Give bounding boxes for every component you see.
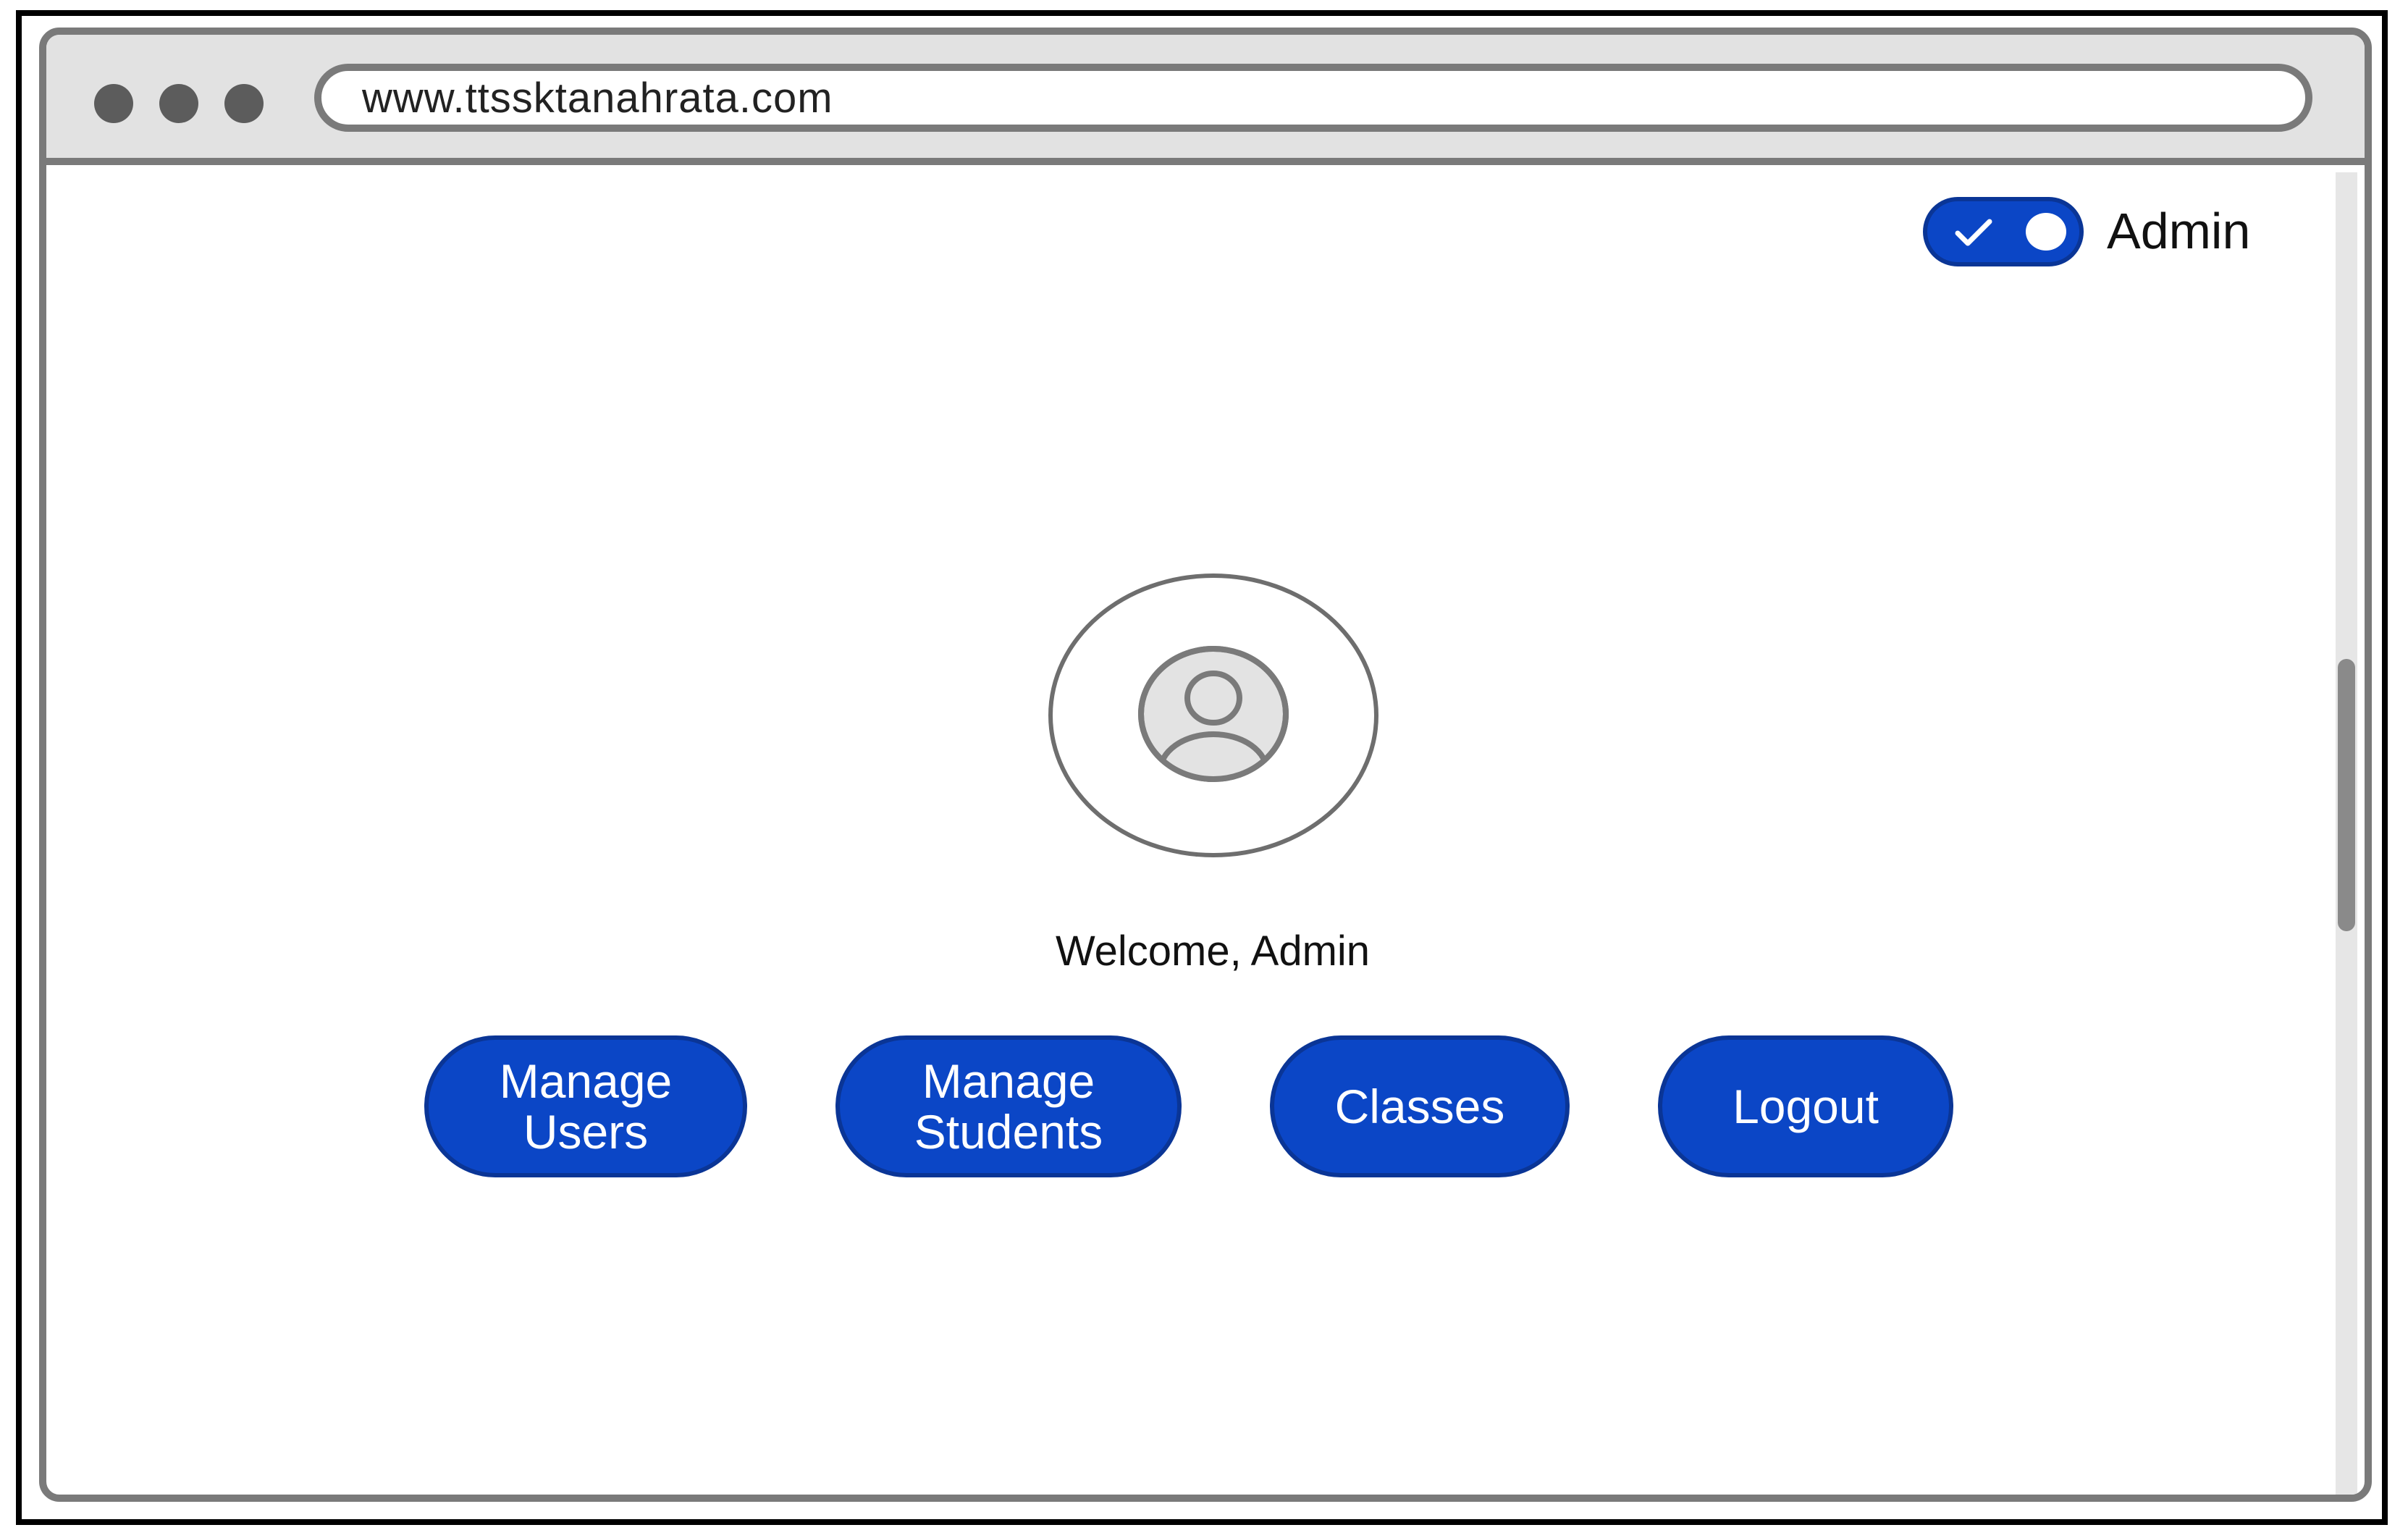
- check-icon: [1955, 219, 1992, 246]
- toggle-knob: [2026, 213, 2066, 251]
- url-text: www.ttssktanahrata.com: [362, 74, 833, 122]
- manage-users-label-line2: Users: [523, 1105, 649, 1159]
- scrollbar-thumb[interactable]: [2338, 659, 2355, 931]
- browser-window: www.ttssktanahrata.com Admin Welcome, Ad…: [39, 28, 2372, 1502]
- manage-students-button[interactable]: Manage Students: [835, 1035, 1182, 1177]
- logout-label: Logout: [1733, 1080, 1879, 1133]
- logout-button[interactable]: Logout: [1658, 1035, 1953, 1177]
- user-avatar-icon: [1138, 646, 1289, 782]
- window-close-dot[interactable]: [94, 84, 133, 123]
- browser-toolbar: www.ttssktanahrata.com: [46, 35, 2365, 165]
- admin-toggle[interactable]: [1923, 197, 2084, 266]
- window-minimize-dot[interactable]: [159, 84, 198, 123]
- window-maximize-dot[interactable]: [224, 84, 264, 123]
- address-bar[interactable]: www.ttssktanahrata.com: [314, 64, 2312, 132]
- manage-students-label-line2: Students: [914, 1105, 1103, 1159]
- manage-users-button[interactable]: Manage Users: [424, 1035, 747, 1177]
- welcome-message: Welcome, Admin: [1055, 928, 1371, 975]
- manage-users-label-line1: Manage: [499, 1054, 673, 1108]
- toggle-label: Admin: [2107, 203, 2251, 259]
- classes-label: Classes: [1334, 1080, 1505, 1133]
- classes-button[interactable]: Classes: [1270, 1035, 1570, 1177]
- vertical-scrollbar[interactable]: [2336, 172, 2357, 1495]
- manage-students-label-line1: Manage: [922, 1054, 1095, 1108]
